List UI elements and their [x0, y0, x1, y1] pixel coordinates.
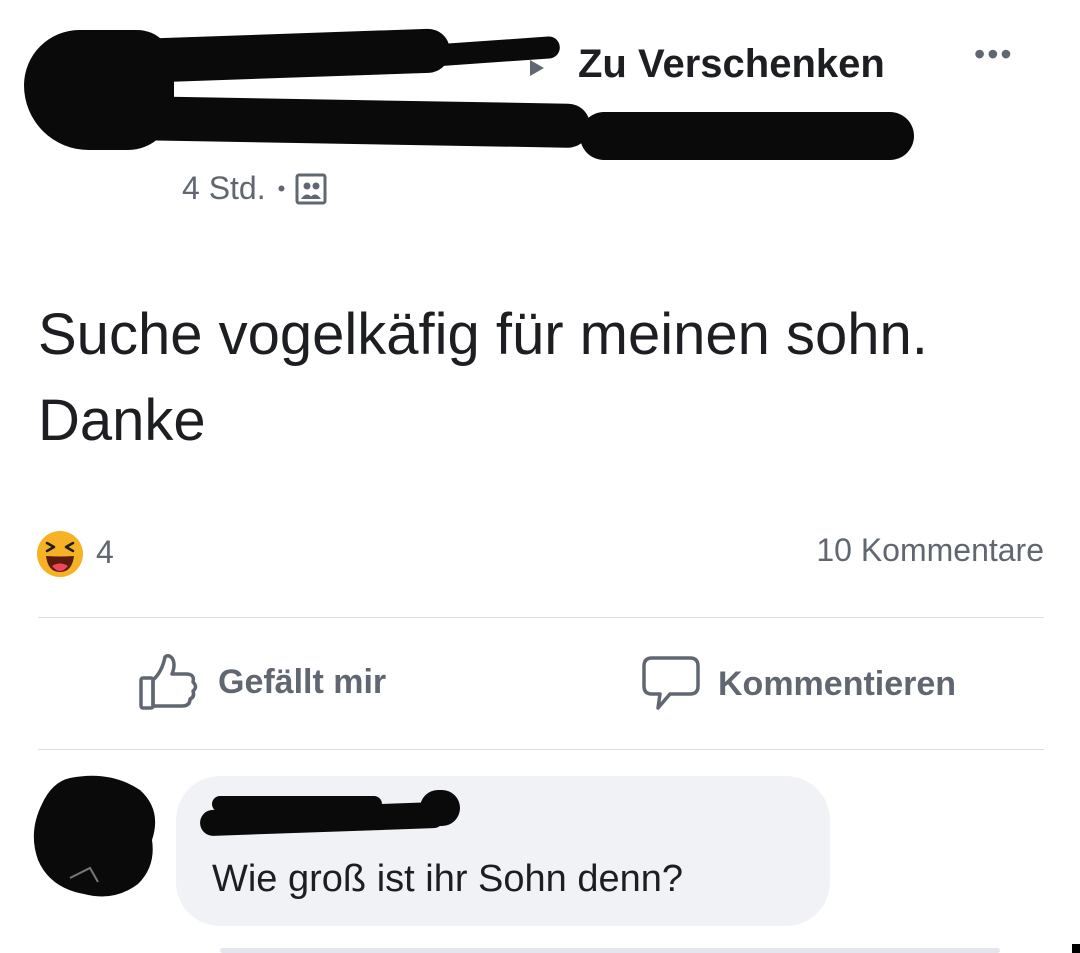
arrow-right-icon: [530, 60, 544, 76]
reaction-count[interactable]: 4: [96, 534, 114, 571]
comment-label: Kommentieren: [718, 664, 957, 703]
corner-mark: [1072, 944, 1080, 953]
commenter-avatar[interactable]: [30, 770, 160, 900]
like-button[interactable]: Gefällt mir: [138, 652, 386, 712]
divider-top: [38, 617, 1044, 618]
like-label: Gefällt mir: [218, 662, 387, 701]
group-name-link[interactable]: Zu Verschenken: [578, 42, 885, 87]
haha-reaction-icon[interactable]: [36, 530, 84, 578]
comment-text: Wie groß ist ihr Sohn denn?: [212, 858, 684, 900]
more-options-icon[interactable]: •••: [974, 36, 1014, 73]
next-comment-edge: [220, 948, 1000, 953]
post-text: Suche vogelkäfig für meinen sohn. Danke: [38, 302, 928, 453]
thumbs-up-icon: [139, 653, 198, 710]
post-timestamp[interactable]: 4 Std.: [182, 170, 266, 207]
group-audience-icon: [295, 173, 327, 205]
post-meta: 4 Std. •: [182, 170, 327, 207]
meta-separator: •: [277, 175, 286, 201]
comment-button[interactable]: Kommentieren: [640, 654, 956, 714]
divider-bottom: [38, 749, 1044, 750]
comments-count-link[interactable]: 10 Kommentare: [816, 532, 1044, 569]
comment-bubble-icon: [642, 656, 700, 710]
